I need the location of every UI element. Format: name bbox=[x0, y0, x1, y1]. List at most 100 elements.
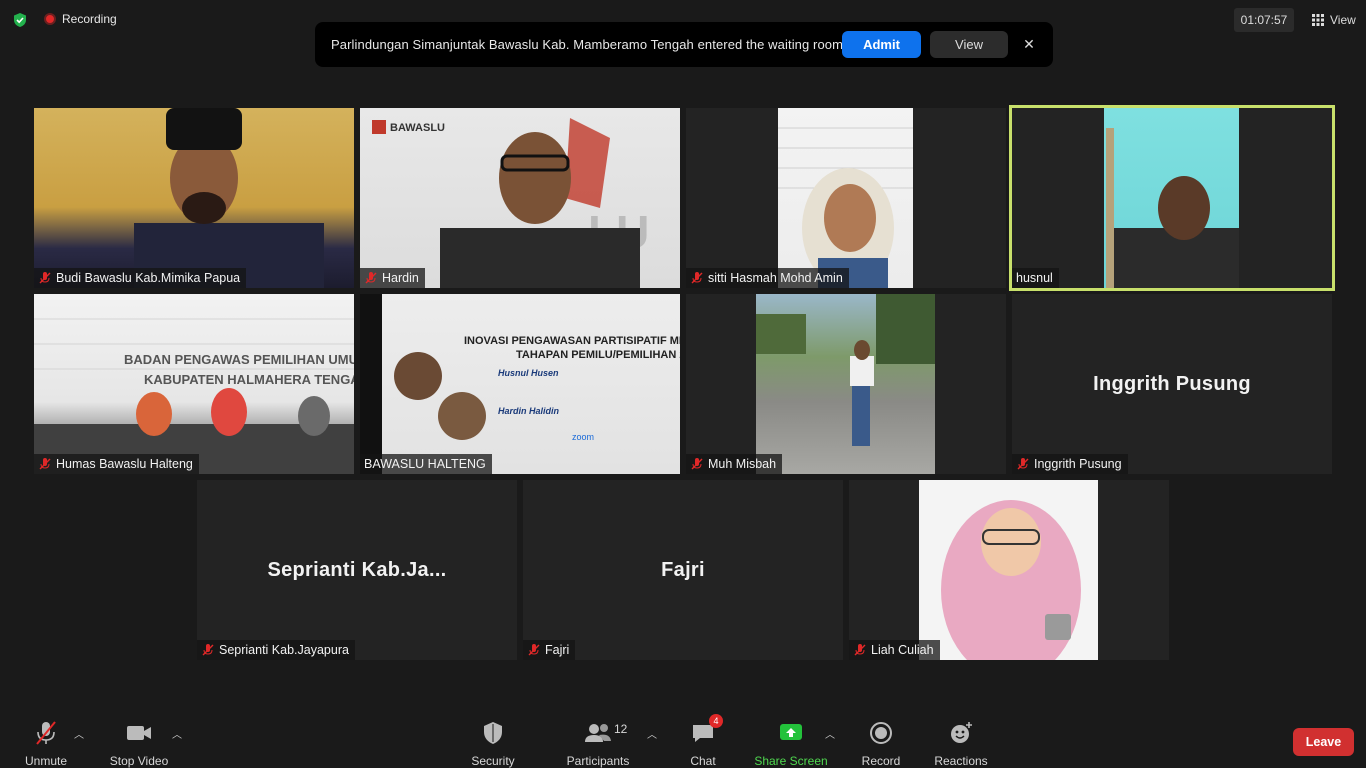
svg-text:Husnul Husen: Husnul Husen bbox=[498, 368, 559, 378]
shield-icon bbox=[482, 720, 504, 746]
participant-label: sitti Hasmah Mohd Amin bbox=[686, 268, 849, 288]
chevron-up-icon[interactable]: ︿ bbox=[825, 726, 835, 741]
video-tile-active-speaker[interactable]: husnul bbox=[1009, 105, 1335, 291]
svg-text:zoom: zoom bbox=[572, 432, 594, 442]
leave-button[interactable]: Leave bbox=[1293, 728, 1354, 756]
participant-label: Hardin bbox=[360, 268, 425, 288]
participant-label: husnul bbox=[1012, 268, 1059, 288]
smiley-icon bbox=[948, 720, 974, 746]
svg-text:TAHAPAN PEMILU/PEMILIHAN 20: TAHAPAN PEMILU/PEMILIHAN 20 bbox=[516, 349, 680, 361]
security-button[interactable]: Security bbox=[471, 720, 515, 768]
unmute-button[interactable]: Unmute bbox=[24, 720, 68, 768]
security-label: Security bbox=[471, 754, 515, 768]
participant-video bbox=[34, 108, 354, 288]
video-tile[interactable]: Budi Bawaslu Kab.Mimika Papua bbox=[34, 108, 354, 288]
share-screen-button[interactable]: Share Screen bbox=[754, 720, 828, 768]
shield-icon[interactable] bbox=[12, 12, 28, 28]
waiting-room-notification: Parlindungan Simanjuntak Bawaslu Kab. Ma… bbox=[315, 22, 1053, 67]
svg-text:KABUPATEN HALMAHERA TENGAH: KABUPATEN HALMAHERA TENGAH bbox=[144, 372, 354, 387]
meeting-toolbar: Unmute ︿ Stop Video ︿ Security Participa… bbox=[0, 712, 1366, 768]
participant-name: husnul bbox=[1016, 271, 1053, 285]
close-icon[interactable]: ✕ bbox=[1019, 33, 1039, 55]
muted-mic-icon bbox=[34, 720, 58, 746]
participant-name: Liah Culiah bbox=[871, 643, 934, 657]
muted-mic-icon bbox=[854, 644, 866, 656]
participant-display-name: Seprianti Kab.Ja... bbox=[267, 558, 447, 581]
participant-display-name: Fajri bbox=[661, 558, 705, 581]
record-dot-icon bbox=[44, 13, 56, 25]
grid-icon bbox=[1312, 14, 1324, 26]
unmute-label: Unmute bbox=[24, 754, 68, 768]
muted-mic-icon bbox=[365, 272, 377, 284]
participant-video: BADAN PENGAWAS PEMILIHAN UMUM KABUPATEN … bbox=[34, 294, 354, 474]
reactions-button[interactable]: Reactions bbox=[934, 720, 988, 768]
notification-text: Parlindungan Simanjuntak Bawaslu Kab. Ma… bbox=[331, 37, 844, 52]
record-label: Record bbox=[861, 754, 901, 768]
record-button[interactable]: Record bbox=[861, 720, 901, 768]
video-tile[interactable]: BAWASLU LU Hardin bbox=[360, 108, 680, 288]
muted-mic-icon bbox=[202, 644, 214, 656]
participant-label: Budi Bawaslu Kab.Mimika Papua bbox=[34, 268, 247, 288]
notification-view-button[interactable]: View bbox=[930, 31, 1008, 58]
participant-label: Humas Bawaslu Halteng bbox=[34, 454, 199, 474]
video-camera-icon bbox=[125, 720, 153, 746]
participant-video bbox=[919, 480, 1098, 660]
admit-button[interactable]: Admit bbox=[842, 31, 921, 58]
view-label: View bbox=[1330, 13, 1356, 27]
participant-video: INOVASI PENGAWASAN PARTISIPATIF MENU TAH… bbox=[360, 294, 680, 474]
svg-text:BAWASLU: BAWASLU bbox=[390, 122, 445, 134]
recording-indicator[interactable]: Recording bbox=[44, 12, 117, 26]
participant-name: Muh Misbah bbox=[708, 457, 777, 471]
participant-label: Liah Culiah bbox=[849, 640, 940, 660]
share-screen-icon bbox=[778, 720, 804, 746]
participant-name: Budi Bawaslu Kab.Mimika Papua bbox=[56, 271, 241, 285]
chevron-up-icon[interactable]: ︿ bbox=[172, 726, 182, 741]
muted-mic-icon bbox=[1017, 458, 1029, 470]
meeting-timer: 01:07:57 bbox=[1234, 8, 1294, 32]
video-tile[interactable]: INOVASI PENGAWASAN PARTISIPATIF MENU TAH… bbox=[360, 294, 680, 474]
video-tile[interactable]: Fajri Fajri bbox=[523, 480, 843, 660]
record-icon bbox=[869, 720, 893, 746]
participant-video bbox=[778, 108, 913, 288]
svg-text:INOVASI PENGAWASAN PARTISIPATI: INOVASI PENGAWASAN PARTISIPATIF MENU bbox=[464, 335, 680, 347]
video-tile[interactable]: sitti Hasmah Mohd Amin bbox=[686, 108, 1006, 288]
participant-video bbox=[1104, 108, 1239, 288]
participant-name: Fajri bbox=[545, 643, 570, 657]
participant-label: Fajri bbox=[523, 640, 576, 660]
chat-icon: 4 bbox=[691, 714, 723, 746]
participant-name: sitti Hasmah Mohd Amin bbox=[708, 271, 843, 285]
chevron-up-icon[interactable]: ︿ bbox=[74, 726, 84, 741]
view-layout-button[interactable]: View bbox=[1304, 8, 1364, 32]
participant-video: BAWASLU LU bbox=[360, 108, 680, 288]
muted-mic-icon bbox=[39, 272, 51, 284]
video-tile[interactable]: Muh Misbah bbox=[686, 294, 1006, 474]
participant-label: Muh Misbah bbox=[686, 454, 783, 474]
participant-name: BAWASLU HALTENG bbox=[364, 457, 486, 471]
muted-mic-icon bbox=[691, 458, 703, 470]
participant-name: Hardin bbox=[382, 271, 419, 285]
participant-name: Seprianti Kab.Jayapura bbox=[219, 643, 349, 657]
zoom-meeting-window: Recording 01:07:57 View Parlindungan Sim… bbox=[0, 0, 1366, 768]
stop-video-label: Stop Video bbox=[109, 754, 169, 768]
stop-video-button[interactable]: Stop Video bbox=[108, 720, 170, 768]
participants-count: 12 bbox=[614, 722, 628, 736]
video-tile[interactable]: Inggrith Pusung Inggrith Pusung bbox=[1012, 294, 1332, 474]
share-screen-label: Share Screen bbox=[754, 754, 828, 768]
participant-display-name: Inggrith Pusung bbox=[1093, 372, 1251, 395]
chevron-up-icon[interactable]: ︿ bbox=[647, 726, 657, 741]
participants-icon bbox=[583, 720, 613, 746]
participant-name: Humas Bawaslu Halteng bbox=[56, 457, 193, 471]
video-tile[interactable]: Liah Culiah bbox=[849, 480, 1169, 660]
chat-badge: 4 bbox=[709, 714, 723, 728]
chat-button[interactable]: 4 Chat bbox=[689, 714, 723, 768]
participant-name: Inggrith Pusung bbox=[1034, 457, 1122, 471]
muted-mic-icon bbox=[39, 458, 51, 470]
svg-text:BADAN PENGAWAS PEMILIHAN UMUM: BADAN PENGAWAS PEMILIHAN UMUM bbox=[124, 352, 354, 367]
muted-mic-icon bbox=[691, 272, 703, 284]
participant-label: BAWASLU HALTENG bbox=[360, 454, 492, 474]
video-tile[interactable]: BADAN PENGAWAS PEMILIHAN UMUM KABUPATEN … bbox=[34, 294, 354, 474]
participant-video bbox=[756, 294, 935, 474]
muted-mic-icon bbox=[528, 644, 540, 656]
participant-label: Seprianti Kab.Jayapura bbox=[197, 640, 355, 660]
video-tile[interactable]: Seprianti Kab.Ja... Seprianti Kab.Jayapu… bbox=[197, 480, 517, 660]
